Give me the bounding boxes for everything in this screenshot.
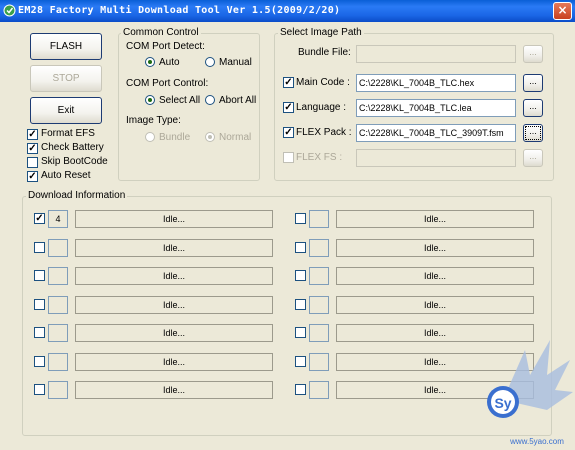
flash-button[interactable]: FLASH [30, 33, 102, 60]
port-detect-label: COM Port Detect: [126, 41, 205, 52]
right-port-2-checkbox[interactable] [295, 241, 306, 253]
watermark-url: www.5yao.com [509, 437, 564, 446]
flex-pack-path-field[interactable]: C:\2228\KL_7004B_TLC_3909T.fsm [356, 124, 516, 142]
left-port-3-number [48, 267, 68, 285]
bundle-radio[interactable] [145, 132, 155, 142]
auto-radio[interactable] [145, 57, 155, 67]
right-port-6-number [309, 352, 329, 371]
main-code-label: Main Code : [296, 77, 350, 88]
flex-fs-checkbox[interactable] [283, 152, 294, 163]
right-port-6-checkbox[interactable] [295, 355, 306, 367]
normal-label: Normal [219, 132, 252, 143]
common-control-group [118, 33, 260, 181]
skip-bootcode-checkbox[interactable] [27, 157, 38, 168]
right-port-5-number [309, 324, 329, 342]
manual-radio[interactable] [205, 57, 215, 67]
left-port-2-checkbox[interactable] [34, 241, 45, 253]
left-port-4-status: Idle... [75, 295, 273, 314]
right-port-2-status: Idle... [336, 238, 534, 257]
right-port-2-number [309, 238, 329, 257]
right-port-3-number [309, 267, 329, 285]
app-icon [3, 4, 16, 17]
left-port-5-number [48, 324, 68, 342]
exit-button[interactable]: Exit [30, 97, 102, 124]
right-port-4-checkbox[interactable] [295, 298, 306, 310]
right-port-5-checkbox[interactable] [295, 327, 306, 338]
select-all-radio[interactable] [145, 95, 155, 105]
left-port-4-checkbox[interactable] [34, 298, 45, 310]
language-label: Language : [296, 102, 347, 113]
format-efs-checkbox[interactable]: ✓ [27, 129, 38, 140]
bundle-browse-button[interactable]: ... [523, 45, 543, 63]
right-port-3-checkbox[interactable] [295, 270, 306, 281]
auto-label: Auto [159, 57, 180, 68]
left-port-1-checkbox[interactable]: ✓ [34, 213, 45, 224]
flex-pack-browse-button[interactable]: ... [523, 124, 543, 142]
left-port-6-checkbox[interactable] [34, 355, 45, 367]
left-port-1-number: 4 [48, 210, 68, 228]
main-code-browse-button[interactable]: ... [523, 74, 543, 92]
select-all-label: Select All [159, 95, 201, 106]
left-port-3-status: Idle... [75, 267, 273, 285]
skip-bootcode-label: Skip BootCode [41, 156, 108, 167]
abort-all-label: Abort All [219, 95, 257, 106]
stop-button[interactable]: STOP [30, 65, 102, 92]
flex-fs-browse-button[interactable]: ... [523, 149, 543, 167]
left-port-6-number [48, 352, 68, 371]
image-type-label: Image Type: [126, 115, 181, 126]
watermark-logo: Sy www.5yao.com [487, 340, 573, 446]
bundle-label: Bundle [159, 132, 191, 143]
title-bar[interactable]: EM28 Factory Multi Download Tool Ver 1.5… [0, 0, 575, 22]
auto-reset-checkbox[interactable]: ✓ [27, 171, 38, 182]
close-button[interactable]: × [553, 2, 572, 20]
main-code-path-field[interactable]: C:\2228\KL_7004B_TLC.hex [356, 74, 516, 92]
main-code-checkbox[interactable]: ✓ [283, 77, 294, 88]
port-control-label: COM Port Control: [126, 78, 209, 89]
bundle-file-label: Bundle File: [298, 47, 351, 58]
flex-fs-label: FLEX FS : [296, 152, 343, 163]
flex-pack-checkbox[interactable]: ✓ [283, 127, 294, 138]
check-battery-label: Check Battery [41, 142, 104, 153]
normal-radio[interactable] [205, 132, 215, 142]
left-port-3-checkbox[interactable] [34, 270, 45, 281]
right-port-7-number [309, 381, 329, 399]
left-port-6-status: Idle... [75, 352, 273, 371]
right-port-4-number [309, 295, 329, 314]
language-path-field[interactable]: C:\2228\KL_7004B_TLC.lea [356, 99, 516, 117]
right-port-3-status: Idle... [336, 267, 534, 285]
left-port-5-checkbox[interactable] [34, 327, 45, 338]
left-port-7-status: Idle... [75, 381, 273, 399]
left-port-7-number [48, 381, 68, 399]
left-port-2-status: Idle... [75, 238, 273, 257]
format-efs-label: Format EFS [41, 128, 95, 139]
left-port-1-status: Idle... [75, 210, 273, 228]
right-port-1-number [309, 210, 329, 228]
flex-fs-path-field[interactable] [356, 149, 516, 167]
flex-pack-label: FLEX Pack : [296, 127, 352, 138]
bundle-file-field[interactable] [356, 45, 516, 63]
download-info-legend: Download Information [26, 190, 128, 201]
watermark-text: Sy [494, 395, 511, 411]
right-port-7-checkbox[interactable] [295, 384, 306, 395]
left-port-7-checkbox[interactable] [34, 384, 45, 395]
right-port-1-checkbox[interactable] [295, 213, 306, 224]
language-browse-button[interactable]: ... [523, 99, 543, 117]
auto-reset-label: Auto Reset [41, 170, 91, 181]
right-port-1-status: Idle... [336, 210, 534, 228]
abort-all-radio[interactable] [205, 95, 215, 105]
language-checkbox[interactable]: ✓ [283, 102, 294, 113]
window-title: EM28 Factory Multi Download Tool Ver 1.5… [18, 5, 341, 16]
left-port-5-status: Idle... [75, 324, 273, 342]
right-port-4-status: Idle... [336, 295, 534, 314]
check-battery-checkbox[interactable]: ✓ [27, 143, 38, 154]
left-port-4-number [48, 295, 68, 314]
image-path-legend: Select Image Path [278, 27, 364, 38]
common-control-legend: Common Control [121, 27, 201, 38]
left-port-2-number [48, 238, 68, 257]
manual-label: Manual [219, 57, 252, 68]
